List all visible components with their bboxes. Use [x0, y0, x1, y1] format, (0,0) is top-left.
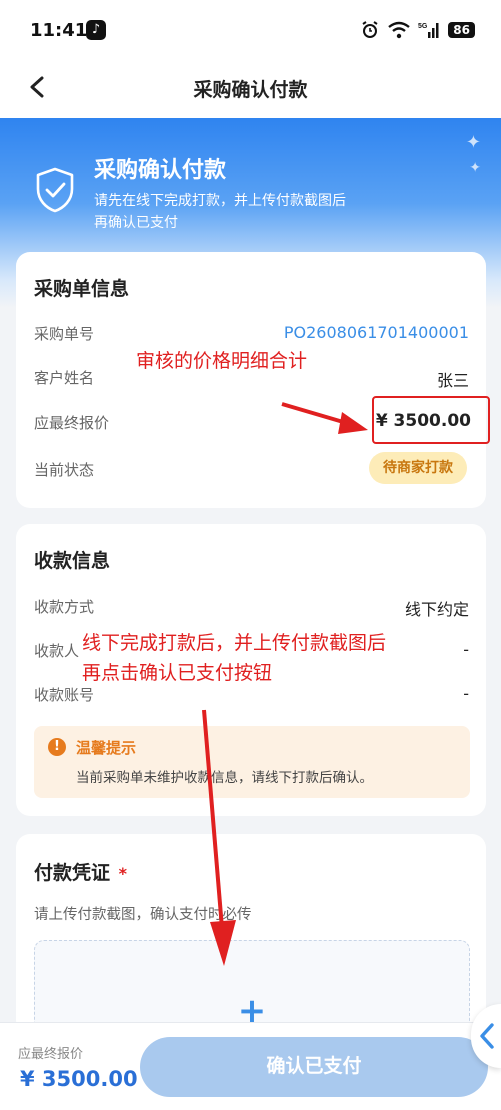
status-label: 当前状态 — [34, 461, 95, 479]
hero-desc-line1: 请先在线下完成打款，并上传付款截图后 — [94, 193, 346, 209]
payee-account-value: - — [463, 684, 469, 703]
warning-icon: ! — [48, 738, 66, 756]
hero-title: 采购确认付款 — [94, 158, 227, 183]
final-price-label: 应最终报价 — [34, 414, 110, 432]
wifi-icon — [388, 21, 411, 39]
order-card-title: 采购单信息 — [34, 278, 130, 300]
chevron-left-icon — [480, 1023, 494, 1049]
confirm-paid-button[interactable]: 确认已支付 — [140, 1037, 488, 1097]
status-badge: 待商家打款 — [369, 452, 467, 484]
voucher-card-title: 付款凭证 * — [34, 858, 127, 885]
alarm-icon — [362, 21, 378, 38]
sparkle-icon: ✦ — [465, 132, 481, 153]
bottom-bar: 应最终报价 ¥ 3500.00 确认已支付 — [0, 1022, 501, 1110]
tip-box: ! 温馨提示 当前采购单未维护收款信息，请线下打款后确认。 — [34, 726, 470, 798]
status-bar: 11:41 ♪ 5G 86 — [0, 0, 501, 60]
annotation-arrow — [281, 402, 368, 434]
shield-check-icon — [36, 167, 74, 213]
payee-name-value: - — [463, 640, 469, 659]
nav-bar: 采购确认付款 — [0, 60, 501, 118]
sparkle-icon: ✦ — [469, 160, 481, 176]
final-price-value: ¥ 3500.00 — [375, 411, 471, 431]
payee-card-title: 收款信息 — [34, 550, 111, 572]
payment-method-value: 线下约定 — [404, 600, 469, 619]
hero-description: 请先在线下完成打款，并上传付款截图后 再确认已支付 — [94, 190, 414, 234]
voucher-title-text: 付款凭证 — [34, 862, 111, 884]
tiktok-icon: ♪ — [86, 20, 106, 40]
customer-name-value: 张三 — [436, 371, 469, 390]
required-mark: * — [118, 864, 128, 883]
signal-icon: 5G — [418, 23, 439, 38]
battery-indicator: 86 — [448, 22, 475, 38]
payment-method-label: 收款方式 — [34, 598, 95, 616]
upload-annotation-line2: 再点击确认已支付按钮 — [82, 662, 273, 684]
clock: 11:41 — [30, 20, 88, 41]
hero-desc-line2: 再确认已支付 — [94, 215, 178, 231]
order-no-value[interactable]: PO2608061701400001 — [284, 323, 469, 342]
bottom-price-value: ¥ 3500.00 — [20, 1067, 138, 1091]
status-icons: 5G 86 — [360, 18, 475, 42]
bottom-price-label: 应最终报价 — [18, 1047, 84, 1062]
tip-title: 温馨提示 — [76, 739, 137, 757]
customer-name-label: 客户姓名 — [34, 369, 95, 387]
payee-name-label: 收款人 — [34, 642, 80, 660]
annotation-arrow — [202, 709, 236, 966]
upload-annotation: 线下完成打款后，并上传付款截图后 再点击确认已支付按钮 — [82, 628, 386, 688]
price-annotation: 审核的价格明细合计 — [136, 350, 308, 372]
order-no-label: 采购单号 — [34, 325, 95, 343]
svg-text:5G: 5G — [418, 23, 428, 30]
page-title: 采购确认付款 — [193, 79, 308, 101]
upload-annotation-line1: 线下完成打款后，并上传付款截图后 — [82, 632, 387, 654]
